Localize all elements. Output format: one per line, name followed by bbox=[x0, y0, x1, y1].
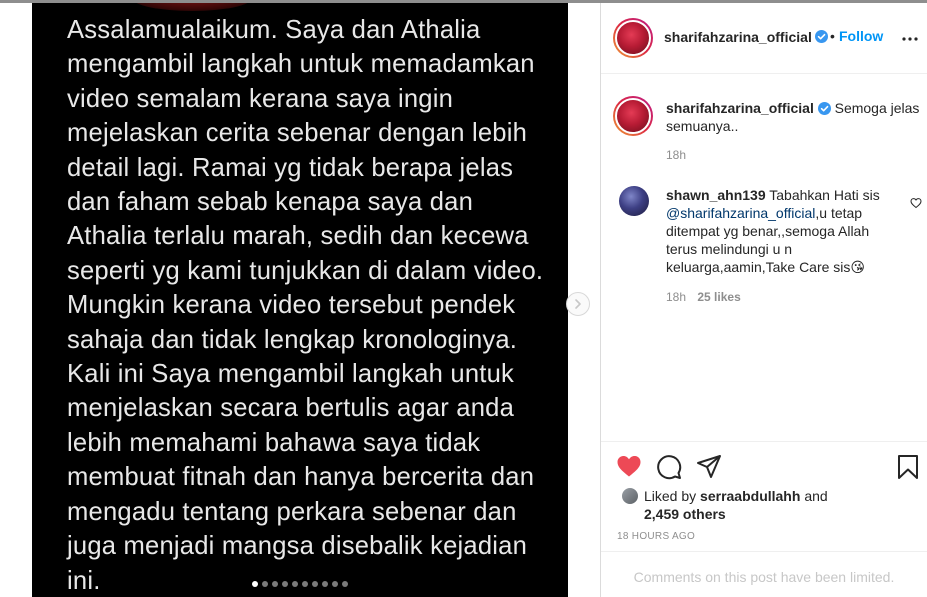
caption-avatar[interactable] bbox=[613, 96, 653, 136]
liked-by-avatar[interactable] bbox=[621, 487, 639, 505]
image-top-decoration bbox=[132, 3, 252, 11]
liked-by-user[interactable]: serraabdullahh bbox=[700, 488, 800, 504]
like-heart-icon[interactable] bbox=[616, 454, 642, 478]
kiss-emoji: 😘 bbox=[850, 259, 866, 275]
header-separator: • bbox=[830, 28, 835, 44]
commenter-avatar[interactable] bbox=[619, 186, 649, 216]
post-header: sharifahzarina_official • Follow bbox=[601, 3, 927, 74]
comment-text: shawn_ahn139 Tabahkan Hati sis @sharifah… bbox=[666, 186, 901, 276]
liked-by-text: Liked by serraabdullahh and 2,459 others bbox=[644, 487, 884, 523]
comments-limited-notice: Comments on this post have been limited. bbox=[633, 569, 895, 585]
caption-text: sharifahzarina_official Semoga jelas sem… bbox=[666, 99, 921, 135]
share-send-icon[interactable] bbox=[696, 454, 722, 480]
actions-divider bbox=[601, 441, 927, 442]
comment-bubble-icon[interactable] bbox=[656, 454, 682, 480]
profile-avatar[interactable] bbox=[613, 18, 653, 58]
post-image[interactable]: Assalamualaikum. Saya dan Athalia mengam… bbox=[32, 3, 568, 597]
caption-time[interactable]: 18h bbox=[666, 148, 686, 162]
comment-like-heart-icon[interactable] bbox=[910, 197, 922, 209]
verified-badge-icon bbox=[815, 30, 828, 43]
comment-meta: 18h 25 likes bbox=[666, 290, 741, 304]
carousel-dot bbox=[282, 581, 288, 587]
carousel-dot-active bbox=[252, 581, 258, 587]
comment-mention-link[interactable]: @sharifahzarina_official bbox=[666, 205, 815, 221]
likes-others-count[interactable]: 2,459 others bbox=[644, 506, 726, 522]
carousel-dot bbox=[302, 581, 308, 587]
comment-username[interactable]: shawn_ahn139 bbox=[666, 187, 766, 203]
next-slide-button[interactable] bbox=[566, 292, 590, 316]
carousel-indicator bbox=[252, 581, 348, 587]
slide-text: Assalamualaikum. Saya dan Athalia mengam… bbox=[67, 16, 544, 595]
carousel-dot bbox=[272, 581, 278, 587]
carousel-dot bbox=[342, 581, 348, 587]
post-timestamp[interactable]: 18 HOURS AGO bbox=[617, 531, 695, 542]
liked-by-prefix: Liked by bbox=[644, 488, 697, 504]
comment-time[interactable]: 18h bbox=[666, 290, 686, 304]
carousel-dot bbox=[262, 581, 268, 587]
verified-badge-icon bbox=[817, 102, 831, 115]
carousel-dot bbox=[292, 581, 298, 587]
comment-body-start: Tabahkan Hati sis bbox=[769, 187, 880, 203]
carousel-dot bbox=[312, 581, 318, 587]
post-sidebar: sharifahzarina_official • Follow sharifa… bbox=[601, 3, 927, 597]
header-username[interactable]: sharifahzarina_official bbox=[664, 29, 812, 45]
post-media-panel: Assalamualaikum. Saya dan Athalia mengam… bbox=[0, 3, 600, 597]
comment-likes[interactable]: 25 likes bbox=[697, 290, 740, 304]
carousel-dot bbox=[322, 581, 328, 587]
follow-button[interactable]: Follow bbox=[839, 28, 883, 44]
instagram-post-modal: Assalamualaikum. Saya dan Athalia mengam… bbox=[0, 0, 927, 597]
more-options-icon[interactable] bbox=[901, 30, 919, 48]
comments-divider bbox=[601, 551, 927, 552]
caption-username[interactable]: sharifahzarina_official bbox=[666, 100, 814, 116]
save-bookmark-icon[interactable] bbox=[897, 454, 919, 480]
chevron-right-icon bbox=[575, 299, 581, 309]
carousel-dot bbox=[332, 581, 338, 587]
liked-by-and: and bbox=[804, 488, 828, 504]
